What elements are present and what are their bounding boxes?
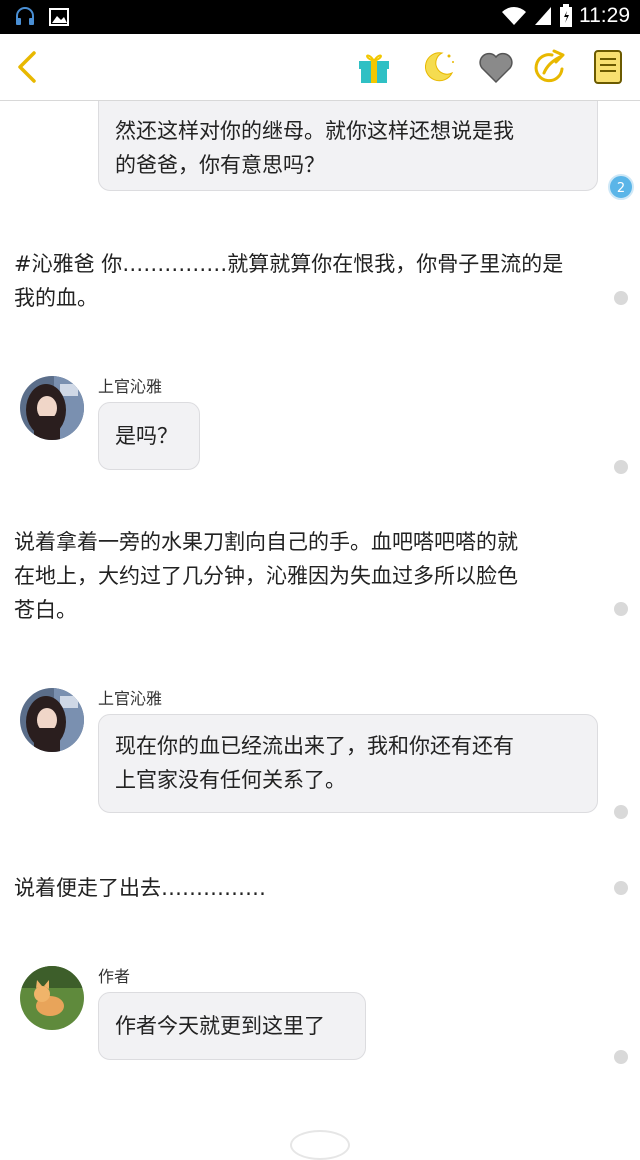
message-text-line: 现在你的血已经流出来了，我和你还有还有 xyxy=(115,734,514,758)
avatar[interactable] xyxy=(20,688,84,752)
speaker-name: 上官沁雅 xyxy=(98,689,163,708)
scroll-indicator xyxy=(290,1130,350,1160)
chat-content[interactable]: 然还这样对你的继母。就你这样还想说是我 的爸爸，你有意思吗？ 2 #沁雅爸 你…… xyxy=(0,101,640,1138)
image-icon xyxy=(49,8,69,26)
status-bar: 11:29 xyxy=(0,0,640,34)
back-button[interactable] xyxy=(8,47,48,87)
narration-text: 说着拿着一旁的水果刀割向自己的手。血吧嗒吧嗒的就 在地上，大约过了几分钟，沁雅因… xyxy=(14,525,604,627)
comment-dot[interactable] xyxy=(614,602,628,616)
avatar[interactable] xyxy=(20,966,84,1030)
clock: 11:29 xyxy=(579,4,630,27)
battery-icon xyxy=(560,4,572,27)
message-bubble[interactable]: 作者今天就更到这里了 xyxy=(98,992,366,1060)
message-text-line: 然还这样对你的继母。就你这样还想说是我 xyxy=(115,119,514,143)
night-mode-button[interactable] xyxy=(418,47,458,87)
avatar-girl-icon xyxy=(20,376,84,440)
message-bubble[interactable]: 现在你的血已经流出来了，我和你还有还有 上官家没有任何关系了。 xyxy=(98,714,598,813)
avatar-girl-icon xyxy=(20,688,84,752)
signal-icon xyxy=(535,7,551,25)
chevron-left-icon xyxy=(18,51,36,83)
comment-dot[interactable] xyxy=(614,1050,628,1064)
comment-dot[interactable] xyxy=(614,291,628,305)
toolbar xyxy=(0,34,640,101)
narration-line: 在地上，大约过了几分钟，沁雅因为失血过多所以脸色 xyxy=(14,564,518,588)
comment-count-badge[interactable]: 2 xyxy=(608,174,634,200)
narration-line: 我的血。 xyxy=(14,286,98,310)
speaker-name: 作者 xyxy=(98,967,131,986)
comment-dot[interactable] xyxy=(614,460,628,474)
narration-line: #沁雅爸 你……………就算就算你在恨我，你骨子里流的是 xyxy=(14,252,564,276)
avatar[interactable] xyxy=(20,376,84,440)
moon-icon xyxy=(424,52,454,82)
share-button[interactable] xyxy=(530,47,570,87)
favorite-button[interactable] xyxy=(476,47,516,87)
comment-dot[interactable] xyxy=(614,805,628,819)
share-icon xyxy=(534,49,565,83)
narration-line: 说着拿着一旁的水果刀割向自己的手。血吧嗒吧嗒的就 xyxy=(14,530,518,554)
speaker-name: 上官沁雅 xyxy=(98,377,163,396)
narration-line: 苍白。 xyxy=(14,598,77,622)
narration-text: 说着便走了出去…………… xyxy=(14,871,604,905)
book-icon xyxy=(594,50,622,84)
avatar-cat-icon xyxy=(20,966,84,1030)
wifi-icon xyxy=(502,7,526,25)
gift-icon xyxy=(359,54,389,83)
heart-icon xyxy=(479,52,513,84)
message-text-line: 上官家没有任何关系了。 xyxy=(115,768,346,792)
narration-text: #沁雅爸 你……………就算就算你在恨我，你骨子里流的是 我的血。 xyxy=(14,247,604,315)
narration-line: 说着便走了出去…………… xyxy=(14,876,266,900)
message-bubble[interactable]: 然还这样对你的继母。就你这样还想说是我 的爸爸，你有意思吗？ xyxy=(98,101,598,191)
comment-dot[interactable] xyxy=(614,881,628,895)
message-bubble[interactable]: 是吗？ xyxy=(98,402,200,470)
catalog-button[interactable] xyxy=(588,47,628,87)
message-text-line: 的爸爸，你有意思吗？ xyxy=(115,153,325,177)
headset-icon xyxy=(16,7,34,25)
gift-button[interactable] xyxy=(354,47,394,87)
